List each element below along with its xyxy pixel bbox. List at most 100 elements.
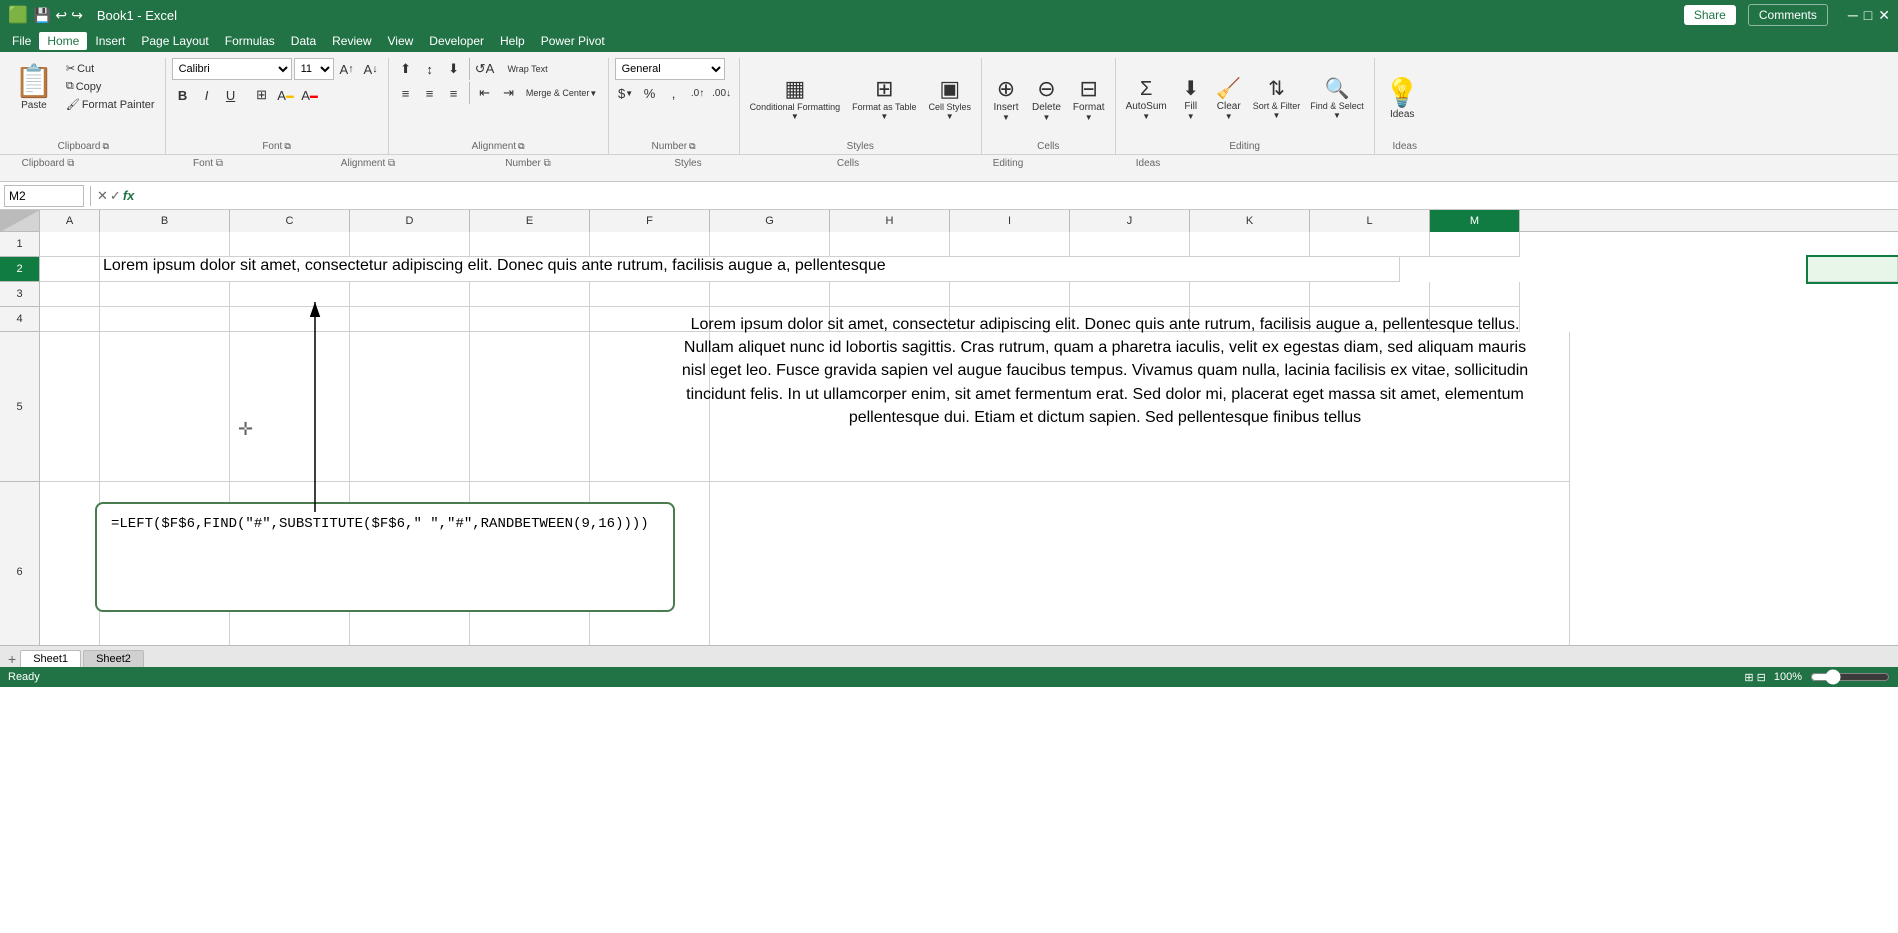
- cell-J3[interactable]: [1070, 282, 1190, 307]
- number-expand[interactable]: ⧉: [689, 141, 695, 152]
- cell-D4[interactable]: [350, 307, 470, 332]
- clear-button[interactable]: 🧹 Clear ▼: [1211, 77, 1247, 123]
- menu-formulas[interactable]: Formulas: [217, 32, 283, 50]
- format-button[interactable]: ⊟ Format ▼: [1069, 76, 1109, 124]
- minimize-btn[interactable]: ─: [1848, 7, 1858, 24]
- cell-A6[interactable]: [40, 482, 100, 662]
- increase-indent-button[interactable]: ⇥: [498, 82, 520, 104]
- autosum-button[interactable]: Σ AutoSum ▼: [1122, 77, 1171, 123]
- cell-M3[interactable]: [1430, 282, 1520, 307]
- share-button[interactable]: Share: [1684, 5, 1736, 25]
- undo-btn[interactable]: ↩: [55, 7, 67, 24]
- menu-view[interactable]: View: [380, 32, 422, 50]
- cell-G1[interactable]: [710, 232, 830, 257]
- redo-btn[interactable]: ↪: [71, 7, 83, 24]
- align-left-button[interactable]: ≡: [395, 82, 417, 104]
- col-header-D[interactable]: D: [350, 210, 470, 232]
- confirm-formula-button[interactable]: ✓: [110, 188, 121, 204]
- format-painter-button[interactable]: 🖌 Format Painter: [62, 96, 159, 113]
- cell-B5[interactable]: [100, 332, 230, 482]
- row-header-3[interactable]: 3: [0, 282, 40, 307]
- cell-F3[interactable]: [590, 282, 710, 307]
- ideas-button[interactable]: 💡 Ideas: [1381, 77, 1424, 122]
- col-header-I[interactable]: I: [950, 210, 1070, 232]
- col-header-E[interactable]: E: [470, 210, 590, 232]
- col-header-F[interactable]: F: [590, 210, 710, 232]
- cell-E4[interactable]: [470, 307, 590, 332]
- cell-D1[interactable]: [350, 232, 470, 257]
- col-header-H[interactable]: H: [830, 210, 950, 232]
- zoom-slider[interactable]: [1810, 671, 1890, 683]
- cell-E5[interactable]: [470, 332, 590, 482]
- menu-insert[interactable]: Insert: [87, 32, 133, 50]
- menu-power-pivot[interactable]: Power Pivot: [533, 32, 613, 50]
- font-family-select[interactable]: Calibri: [172, 58, 292, 80]
- currency-button[interactable]: $▼: [615, 82, 637, 104]
- menu-file[interactable]: File: [4, 32, 39, 50]
- menu-data[interactable]: Data: [283, 32, 324, 50]
- italic-button[interactable]: I: [196, 84, 218, 106]
- name-box[interactable]: [4, 185, 84, 207]
- row-header-1[interactable]: 1: [0, 232, 40, 257]
- insert-button[interactable]: ⊕ Insert ▼: [988, 76, 1024, 124]
- cell-B1[interactable]: [100, 232, 230, 257]
- cell-A3[interactable]: [40, 282, 100, 307]
- formula-input[interactable]: [138, 185, 1894, 207]
- row-header-2[interactable]: 2: [0, 257, 40, 282]
- align-right-button[interactable]: ≡: [443, 82, 465, 104]
- col-header-A[interactable]: A: [40, 210, 100, 232]
- underline-button[interactable]: U: [220, 84, 242, 106]
- bold-button[interactable]: B: [172, 84, 194, 106]
- col-header-C[interactable]: C: [230, 210, 350, 232]
- delete-button[interactable]: ⊖ Delete ▼: [1028, 76, 1065, 124]
- find-select-button[interactable]: 🔍 Find & Select ▼: [1306, 77, 1368, 122]
- save-btn[interactable]: 💾: [34, 7, 51, 24]
- cell-G6[interactable]: [710, 482, 1570, 662]
- cell-J1[interactable]: [1070, 232, 1190, 257]
- font-expand[interactable]: ⧉: [284, 141, 290, 152]
- fill-color-button[interactable]: A▬: [275, 84, 297, 106]
- alignment-expand[interactable]: ⧉: [518, 141, 524, 152]
- cut-button[interactable]: ✂ Cut: [62, 60, 159, 77]
- cell-L1[interactable]: [1310, 232, 1430, 257]
- menu-help[interactable]: Help: [492, 32, 533, 50]
- row-header-6[interactable]: 6: [0, 482, 40, 662]
- clipboard-expand[interactable]: ⧉: [102, 141, 108, 152]
- row-header-5[interactable]: 5: [0, 332, 40, 482]
- cell-K3[interactable]: [1190, 282, 1310, 307]
- cell-F1[interactable]: [590, 232, 710, 257]
- col-header-K[interactable]: K: [1190, 210, 1310, 232]
- cell-B4[interactable]: [100, 307, 230, 332]
- merge-center-button[interactable]: Merge & Center ▼: [522, 82, 602, 104]
- decrease-font-button[interactable]: A↓: [360, 58, 382, 80]
- close-btn[interactable]: ✕: [1878, 7, 1890, 24]
- col-header-M[interactable]: M: [1430, 210, 1520, 232]
- cell-A4[interactable]: [40, 307, 100, 332]
- cell-B2[interactable]: Lorem ipsum dolor sit amet, consectetur …: [100, 257, 1400, 282]
- cell-M2[interactable]: [1808, 257, 1898, 282]
- align-center-button[interactable]: ≡: [419, 82, 441, 104]
- conditional-formatting-button[interactable]: ▦ Conditional Formatting ▼: [746, 76, 845, 123]
- borders-button[interactable]: ⊞: [251, 84, 273, 106]
- fill-button[interactable]: ⬇ Fill ▼: [1173, 77, 1209, 123]
- cancel-formula-button[interactable]: ✕: [97, 188, 108, 204]
- insert-function-button[interactable]: fx: [123, 188, 135, 203]
- cell-B3[interactable]: [100, 282, 230, 307]
- align-top-button[interactable]: ⬆: [395, 58, 417, 80]
- menu-review[interactable]: Review: [324, 32, 379, 50]
- cell-M1[interactable]: [1430, 232, 1520, 257]
- copy-button[interactable]: ⧉ Copy: [62, 78, 159, 95]
- cell-D5[interactable]: [350, 332, 470, 482]
- col-header-J[interactable]: J: [1070, 210, 1190, 232]
- col-header-G[interactable]: G: [710, 210, 830, 232]
- row-header-4[interactable]: 4: [0, 307, 40, 332]
- font-size-select[interactable]: 11: [294, 58, 334, 80]
- cell-C5[interactable]: [230, 332, 350, 482]
- cell-A5[interactable]: [40, 332, 100, 482]
- sheet-tab-1[interactable]: Sheet1: [20, 650, 81, 667]
- text-direction-button[interactable]: ↺A: [474, 58, 496, 80]
- cell-C4[interactable]: [230, 307, 350, 332]
- cell-I3[interactable]: [950, 282, 1070, 307]
- cell-A1[interactable]: [40, 232, 100, 257]
- comma-button[interactable]: ,: [663, 82, 685, 104]
